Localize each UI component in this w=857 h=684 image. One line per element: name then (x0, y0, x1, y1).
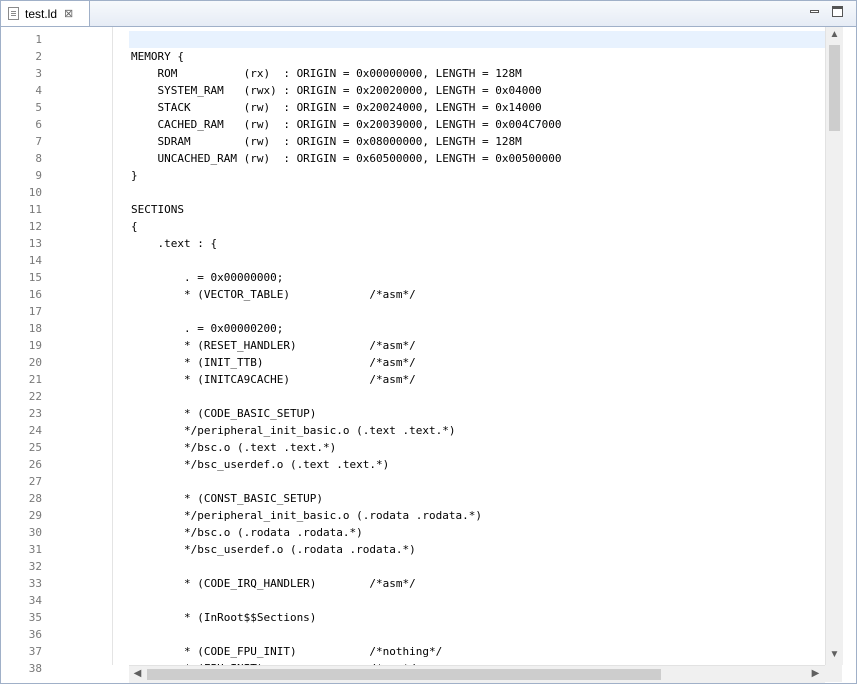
annotation-ruler (112, 27, 130, 665)
code-line[interactable]: * (RESET_HANDLER) /*asm*/ (131, 337, 561, 354)
scroll-down-icon[interactable]: ▼ (826, 649, 843, 660)
code-line[interactable] (131, 473, 561, 490)
code-line[interactable]: SDRAM (rw) : ORIGIN = 0x08000000, LENGTH… (131, 133, 561, 150)
horizontal-scrollbar[interactable]: ◀ ▶ (129, 665, 825, 683)
code-line[interactable]: . = 0x00000000; (131, 269, 561, 286)
line-number: 13 (28, 237, 42, 250)
code-line[interactable] (131, 303, 561, 320)
code-line[interactable] (131, 31, 561, 48)
line-number: 5 (35, 101, 42, 114)
line-number: 17 (28, 305, 42, 318)
line-number-ruler: 1 2 3 4 5 6 7 8 9 10 11 12 13 14 15 16 17 18 19 20 21 22 23 24 2… (2, 27, 112, 675)
document-icon (8, 7, 19, 20)
line-number: 7 (35, 135, 42, 148)
code-line[interactable]: * (VECTOR_TABLE) /*asm*/ (131, 286, 561, 303)
line-number: 32 (28, 560, 42, 573)
horizontal-scroll-thumb[interactable] (147, 669, 661, 680)
line-numbers: 1 2 3 4 5 6 7 8 9 10 11 12 13 14 15 16 17 18 19 20 21 22 23 24 2… (2, 31, 42, 677)
line-number: 9 (35, 169, 42, 182)
code-line[interactable]: ROM (rx) : ORIGIN = 0x00000000, LENGTH =… (131, 65, 561, 82)
line-number: 21 (28, 373, 42, 386)
line-number: 33 (28, 577, 42, 590)
code-line[interactable]: */bsc.o (.text .text.*) (131, 439, 561, 456)
code-line[interactable]: MEMORY { (131, 48, 561, 65)
code-line[interactable]: * (CODE_FPU_INIT) /*nothing*/ (131, 643, 561, 660)
line-number: 27 (28, 475, 42, 488)
tab-bar: test.ld ⊠ (1, 1, 856, 27)
code-line[interactable] (131, 184, 561, 201)
line-number: 20 (28, 356, 42, 369)
editor-window: test.ld ⊠ 1 2 3 4 5 6 7 8 9 10 11 12 13 14 15 16 17 18 19 2… (0, 0, 857, 684)
code-line[interactable]: * (CODE_BASIC_SETUP) (131, 405, 561, 422)
code-line[interactable]: SYSTEM_RAM (rwx) : ORIGIN = 0x20020000, … (131, 82, 561, 99)
code-line[interactable]: */bsc.o (.rodata .rodata.*) (131, 524, 561, 541)
code-line[interactable]: .text : { (131, 235, 561, 252)
code-line[interactable]: * (InRoot$$Sections) (131, 609, 561, 626)
code-line[interactable]: UNCACHED_RAM (rw) : ORIGIN = 0x60500000,… (131, 150, 561, 167)
code-line[interactable] (131, 252, 561, 269)
code-line[interactable]: */peripheral_init_basic.o (.text .text.*… (131, 422, 561, 439)
line-number: 4 (35, 84, 42, 97)
code-line[interactable]: */bsc_userdef.o (.text .text.*) (131, 456, 561, 473)
code-line[interactable]: * (INIT_TTB) /*asm*/ (131, 354, 561, 371)
scroll-up-icon[interactable]: ▲ (826, 29, 843, 40)
line-number: 38 (28, 662, 42, 675)
line-number: 25 (28, 441, 42, 454)
code-area[interactable]: MEMORY { ROM (rx) : ORIGIN = 0x00000000,… (129, 27, 825, 665)
line-number: 6 (35, 118, 42, 131)
line-number: 36 (28, 628, 42, 641)
tab-label: test.ld (25, 6, 58, 21)
line-number: 19 (28, 339, 42, 352)
maximize-icon[interactable] (832, 6, 843, 17)
line-number: 34 (28, 594, 42, 607)
line-number: 26 (28, 458, 42, 471)
line-number: 35 (28, 611, 42, 624)
vertical-scroll-thumb[interactable] (829, 45, 840, 131)
line-number: 37 (28, 645, 42, 658)
code-line[interactable]: * (INITCA9CACHE) /*asm*/ (131, 371, 561, 388)
line-number: 18 (28, 322, 42, 335)
code-line[interactable]: * (CONST_BASIC_SETUP) (131, 490, 561, 507)
code-line[interactable]: STACK (rw) : ORIGIN = 0x20024000, LENGTH… (131, 99, 561, 116)
minimize-icon[interactable] (809, 6, 820, 17)
line-number: 14 (28, 254, 42, 267)
scroll-right-icon[interactable]: ▶ (807, 668, 824, 679)
code-line[interactable]: { (131, 218, 561, 235)
code-line[interactable]: SECTIONS (131, 201, 561, 218)
code-line[interactable]: . = 0x00000200; (131, 320, 561, 337)
code-line[interactable]: } (131, 167, 561, 184)
scrollbar-corner (825, 665, 842, 682)
code-line[interactable]: CACHED_RAM (rw) : ORIGIN = 0x20039000, L… (131, 116, 561, 133)
code-line[interactable]: * (CODE_IRQ_HANDLER) /*asm*/ (131, 575, 561, 592)
line-number: 3 (35, 67, 42, 80)
line-number: 16 (28, 288, 42, 301)
line-number: 10 (28, 186, 42, 199)
code-line[interactable] (131, 388, 561, 405)
line-number: 28 (28, 492, 42, 505)
code-line[interactable]: */bsc_userdef.o (.rodata .rodata.*) (131, 541, 561, 558)
line-number: 11 (28, 203, 42, 216)
tab-test-ld[interactable]: test.ld ⊠ (1, 1, 90, 26)
code-line[interactable] (131, 592, 561, 609)
scroll-left-icon[interactable]: ◀ (129, 668, 146, 679)
close-icon[interactable]: ⊠ (64, 7, 73, 20)
line-number: 30 (28, 526, 42, 539)
line-number: 22 (28, 390, 42, 403)
line-number: 24 (28, 424, 42, 437)
line-number: 8 (35, 152, 42, 165)
line-number: 2 (35, 50, 42, 63)
code-line[interactable] (131, 626, 561, 643)
code-line[interactable]: */peripheral_init_basic.o (.rodata .roda… (131, 507, 561, 524)
code-line[interactable] (131, 558, 561, 575)
line-number: 12 (28, 220, 42, 233)
line-number: 1 (35, 33, 42, 46)
vertical-scrollbar[interactable]: ▲ ▼ (825, 27, 843, 665)
line-number: 15 (28, 271, 42, 284)
line-number: 23 (28, 407, 42, 420)
line-number: 31 (28, 543, 42, 556)
code-lines: MEMORY { ROM (rx) : ORIGIN = 0x00000000,… (131, 31, 561, 665)
line-number: 29 (28, 509, 42, 522)
